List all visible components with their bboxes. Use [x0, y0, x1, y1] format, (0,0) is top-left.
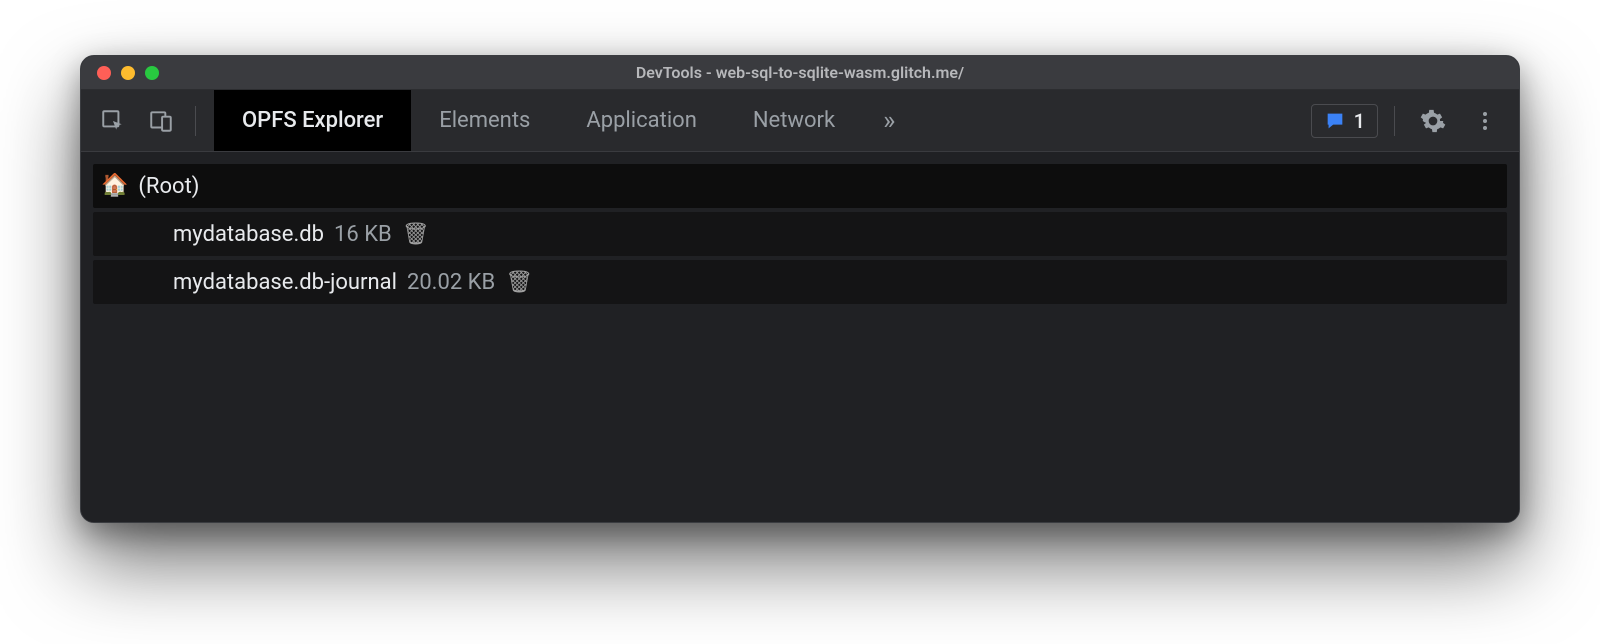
issues-button[interactable]: 1	[1311, 104, 1378, 138]
tab-network[interactable]: Network	[725, 90, 863, 151]
minimize-window-button[interactable]	[121, 66, 135, 80]
devtools-toolbar: OPFS Explorer Elements Application Netwo…	[81, 90, 1519, 152]
file-size: 20.02 KB	[407, 270, 495, 295]
titlebar: DevTools - web-sql-to-sqlite-wasm.glitch…	[81, 56, 1519, 90]
root-label: (Root)	[138, 174, 199, 199]
trash-icon[interactable]: 🗑	[505, 270, 533, 295]
file-row[interactable]: mydatabase.db 16 KB 🗑	[93, 212, 1507, 256]
more-menu-button[interactable]	[1463, 99, 1507, 143]
toolbar-left	[81, 90, 214, 151]
window-controls	[81, 66, 159, 80]
tab-elements[interactable]: Elements	[411, 90, 558, 151]
toolbar-right: 1	[1311, 90, 1519, 151]
toolbar-separator	[195, 106, 196, 136]
chevron-right-double-icon: »	[883, 106, 895, 136]
close-window-button[interactable]	[97, 66, 111, 80]
device-toolbar-button[interactable]	[139, 99, 183, 143]
inspect-element-button[interactable]	[91, 99, 135, 143]
file-size: 16 KB	[334, 222, 392, 247]
devtools-window: DevTools - web-sql-to-sqlite-wasm.glitch…	[80, 55, 1520, 523]
opfs-explorer-panel: 🏠 (Root) mydatabase.db 16 KB 🗑 mydatabas…	[81, 152, 1519, 522]
toolbar-separator	[1394, 106, 1395, 136]
tab-label: OPFS Explorer	[242, 108, 383, 133]
tab-application[interactable]: Application	[558, 90, 724, 151]
tab-label: Network	[753, 108, 835, 133]
file-name: mydatabase.db-journal	[173, 270, 397, 295]
tab-label: Application	[586, 108, 696, 133]
gear-icon	[1420, 108, 1446, 134]
trash-icon[interactable]: 🗑	[402, 222, 430, 247]
file-name: mydatabase.db	[173, 222, 324, 247]
chat-icon	[1324, 110, 1346, 132]
file-row[interactable]: mydatabase.db-journal 20.02 KB 🗑	[93, 260, 1507, 304]
settings-button[interactable]	[1411, 99, 1455, 143]
tabs-overflow-button[interactable]: »	[863, 90, 915, 151]
issues-count: 1	[1354, 109, 1365, 133]
maximize-window-button[interactable]	[145, 66, 159, 80]
tab-label: Elements	[439, 108, 530, 133]
home-icon: 🏠	[101, 175, 128, 197]
tree-root-row[interactable]: 🏠 (Root)	[93, 164, 1507, 208]
devtools-tabs: OPFS Explorer Elements Application Netwo…	[214, 90, 915, 151]
tab-opfs-explorer[interactable]: OPFS Explorer	[214, 90, 411, 151]
kebab-icon	[1473, 109, 1497, 133]
window-title: DevTools - web-sql-to-sqlite-wasm.glitch…	[81, 63, 1519, 82]
